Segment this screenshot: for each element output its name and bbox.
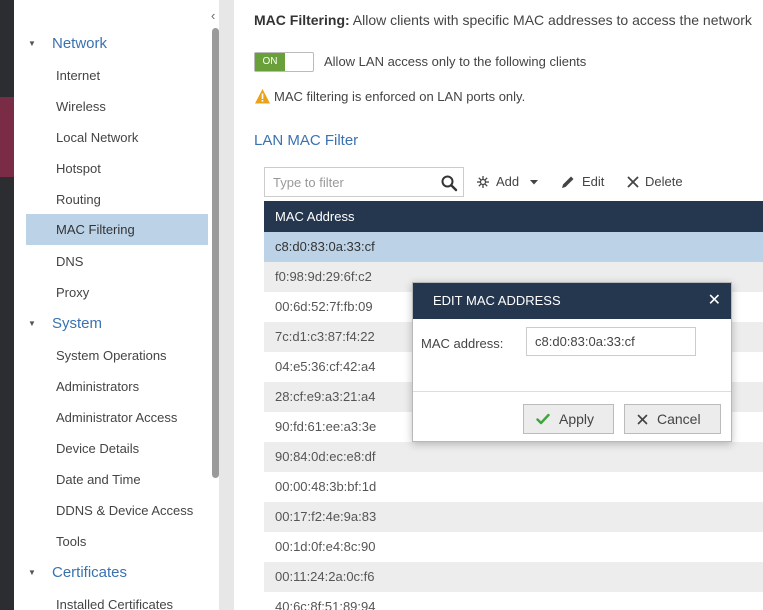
triangle-down-icon: ▼ [28, 39, 36, 49]
filter-box [264, 167, 464, 197]
filter-input[interactable] [265, 168, 435, 196]
table-row[interactable]: 00:00:48:3b:bf:1d [264, 472, 763, 502]
sidebar-item-mac-filtering[interactable]: MAC Filtering [26, 214, 208, 245]
cancel-button-label: Cancel [657, 411, 701, 427]
collapse-icon[interactable]: ‹ [211, 8, 215, 23]
close-icon[interactable]: ✕ [708, 283, 721, 319]
sidebar-item-administrators[interactable]: Administrators [26, 371, 208, 402]
app-edge-accent [0, 97, 14, 177]
search-icon[interactable] [440, 174, 458, 192]
apply-button[interactable]: Apply [523, 404, 614, 434]
sidebar-item-wireless[interactable]: Wireless [26, 91, 208, 122]
panel-divider [219, 0, 234, 610]
column-header-mac-address[interactable]: MAC Address [264, 201, 763, 232]
toggle-label: Allow LAN access only to the following c… [324, 54, 587, 69]
table-row[interactable]: 00:17:f2:4e:9a:83 [264, 502, 763, 532]
edit-button-label: Edit [582, 174, 605, 189]
warning-text: MAC filtering is enforced on LAN ports o… [274, 89, 526, 104]
sidebar-item-device-details[interactable]: Device Details [26, 433, 208, 464]
lan-access-toggle[interactable]: ON [254, 52, 314, 72]
edit-button[interactable]: Edit [560, 170, 604, 194]
sidebar-item-date-and-time[interactable]: Date and Time [26, 464, 208, 495]
sidebar: ‹ ▼ Network Internet Wireless Local Netwo… [14, 0, 219, 610]
apply-button-label: Apply [559, 411, 595, 427]
toggle-on-label: ON [255, 53, 285, 71]
sidebar-section-network[interactable]: ▼ Network [28, 31, 107, 57]
dialog-header: EDIT MAC ADDRESS ✕ [413, 283, 731, 319]
add-button[interactable]: Add [476, 170, 539, 194]
dialog-title: EDIT MAC ADDRESS [433, 293, 561, 308]
delete-icon [627, 176, 639, 188]
sidebar-item-routing[interactable]: Routing [26, 184, 208, 215]
edit-icon [562, 176, 574, 188]
warning-icon [255, 89, 270, 104]
mac-address-label: MAC address: [421, 336, 504, 351]
delete-button-label: Delete [645, 174, 683, 189]
table-row[interactable]: 00:1d:0f:e4:8c:90 [264, 532, 763, 562]
sidebar-item-proxy[interactable]: Proxy [26, 277, 208, 308]
table-row[interactable]: 40:6c:8f:51:89:94 [264, 592, 763, 610]
add-icon [477, 176, 489, 188]
sidebar-item-system-operations[interactable]: System Operations [26, 340, 208, 371]
triangle-down-icon: ▼ [28, 568, 36, 578]
sidebar-section-label: System [52, 315, 103, 332]
dialog-footer: Apply Cancel [413, 391, 731, 441]
sidebar-item-tools[interactable]: Tools [26, 526, 208, 557]
check-icon [536, 413, 550, 425]
sidebar-item-hotspot[interactable]: Hotspot [26, 153, 208, 184]
page-header: MAC Filtering: Allow clients with specif… [254, 12, 752, 28]
sidebar-item-local-network[interactable]: Local Network [26, 122, 208, 153]
delete-button[interactable]: Delete [627, 170, 683, 194]
sidebar-section-label: Certificates [52, 564, 128, 581]
section-title: LAN MAC Filter [254, 132, 359, 149]
sidebar-section-label: Network [52, 35, 108, 52]
cancel-button[interactable]: Cancel [624, 404, 721, 434]
sidebar-item-dns[interactable]: DNS [26, 246, 208, 277]
sidebar-section-system[interactable]: ▼ System [28, 311, 102, 337]
sidebar-item-ddns-device-access[interactable]: DDNS & Device Access [26, 495, 208, 526]
add-button-label: Add [496, 174, 520, 189]
table-row[interactable]: 90:84:0d:ec:e8:df [264, 442, 763, 472]
sidebar-section-certificates[interactable]: ▼ Certificates [28, 560, 127, 586]
sidebar-item-administrator-access[interactable]: Administrator Access [26, 402, 208, 433]
page-title: MAC Filtering: [254, 12, 350, 28]
app-edge-strip [0, 0, 14, 610]
edit-mac-dialog: EDIT MAC ADDRESS ✕ MAC address: Apply Ca… [412, 282, 732, 442]
dropdown-caret-icon [530, 180, 539, 185]
sidebar-scrollbar[interactable] [212, 28, 219, 478]
sidebar-item-installed-certificates[interactable]: Installed Certificates [26, 589, 208, 610]
cancel-icon [637, 414, 648, 424]
triangle-down-icon: ▼ [28, 319, 36, 329]
mac-address-field[interactable] [526, 327, 696, 356]
page-description: Allow clients with specific MAC addresse… [349, 12, 752, 28]
table-row[interactable]: c8:d0:83:0a:33:cf [264, 232, 763, 262]
table-row[interactable]: 00:11:24:2a:0c:f6 [264, 562, 763, 592]
sidebar-item-internet[interactable]: Internet [26, 60, 208, 91]
